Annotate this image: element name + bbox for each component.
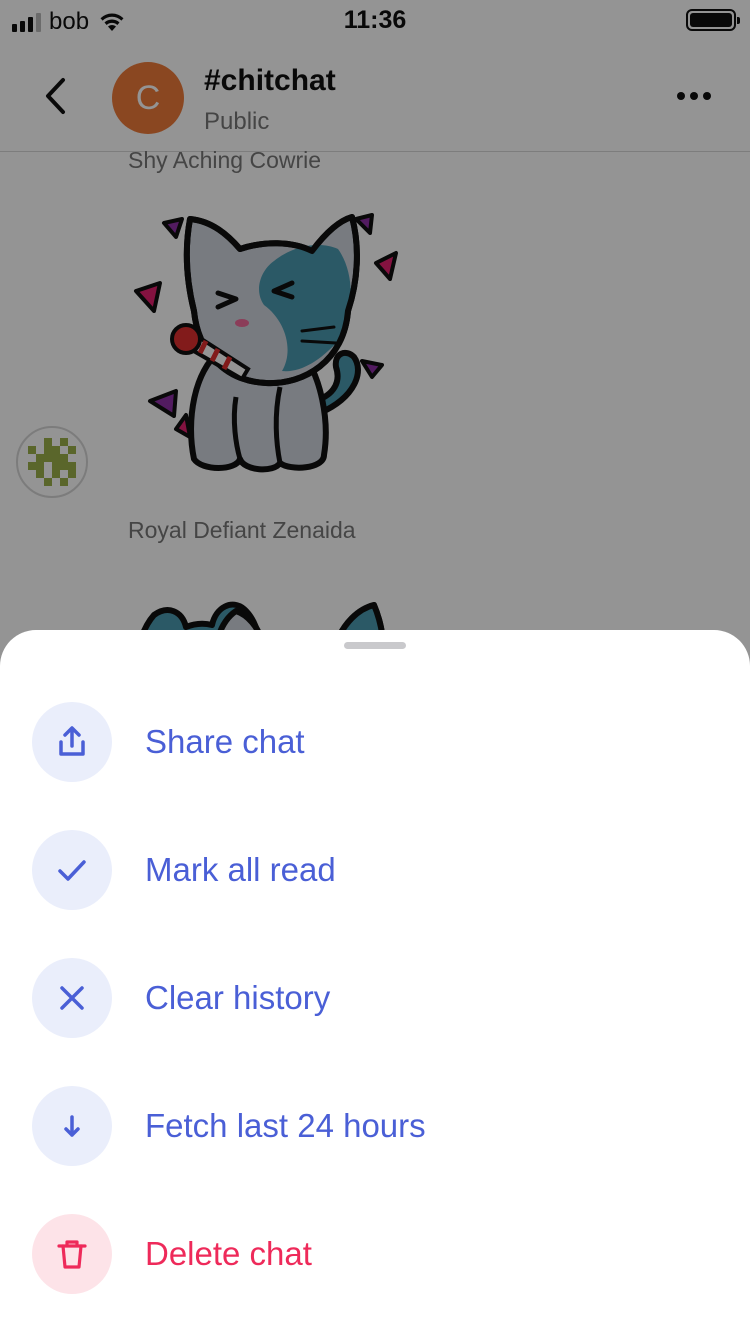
fetch-last-24-hours-label: Fetch last 24 hours [145, 1107, 426, 1144]
delete-chat-label: Delete chat [145, 1235, 312, 1272]
share-chat-label: Share chat [145, 723, 305, 760]
check-icon [32, 830, 112, 910]
share-icon [32, 702, 112, 782]
clear-history-button[interactable]: Clear history [0, 948, 750, 1048]
delete-chat-button[interactable]: Delete chat [0, 1204, 750, 1304]
share-chat-button[interactable]: Share chat [0, 692, 750, 792]
clear-history-label: Clear history [145, 979, 331, 1016]
mark-all-read-button[interactable]: Mark all read [0, 820, 750, 920]
arrow-down-icon [32, 1086, 112, 1166]
close-icon [32, 958, 112, 1038]
trash-icon [32, 1214, 112, 1294]
fetch-last-24-hours-button[interactable]: Fetch last 24 hours [0, 1076, 750, 1176]
chat-actions-sheet: Share chat Mark all read Clear history F… [0, 630, 750, 1334]
sheet-grabber[interactable] [344, 642, 406, 649]
mark-all-read-label: Mark all read [145, 851, 336, 888]
chat-screen: bob 11:36 C #chitchat Public Shy Aching … [0, 0, 750, 1334]
